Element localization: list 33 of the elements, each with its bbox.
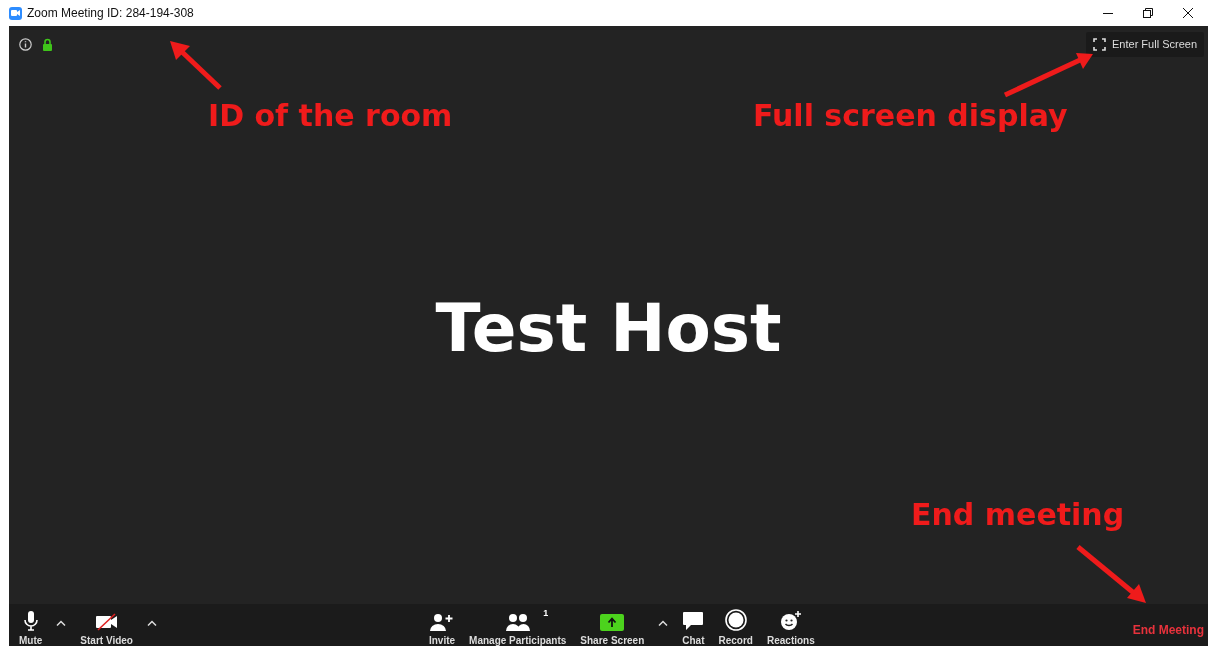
caret-icon bbox=[146, 620, 157, 626]
annotation-arrow bbox=[170, 41, 222, 90]
mute-button[interactable]: Mute bbox=[15, 604, 47, 646]
people-icon bbox=[505, 613, 530, 631]
annotation-label: End meeting bbox=[911, 497, 1125, 532]
enter-full-screen-button[interactable]: Enter Full Screen bbox=[1086, 31, 1204, 57]
start-video-button[interactable]: Start Video bbox=[76, 604, 137, 646]
info-icon[interactable] bbox=[19, 37, 32, 51]
caret-icon bbox=[56, 620, 67, 626]
smiley-plus-icon bbox=[779, 611, 802, 631]
video-camera-slashed-icon bbox=[94, 613, 119, 631]
annotation-label: ID of the room bbox=[208, 98, 453, 133]
microphone-icon bbox=[23, 611, 38, 631]
caret-icon bbox=[658, 620, 669, 626]
annotation-label: Full screen display bbox=[753, 98, 1068, 133]
participant-name: Test Host bbox=[435, 289, 782, 367]
padlock-icon[interactable] bbox=[42, 37, 53, 51]
record-icon bbox=[724, 609, 747, 631]
participant-count: 1 bbox=[543, 608, 549, 618]
record-button[interactable]: Record bbox=[714, 604, 757, 646]
invite-button[interactable]: Invite bbox=[424, 604, 460, 646]
window-title: Zoom Meeting ID: 284-194-308 bbox=[27, 6, 194, 20]
speech-bubble-icon bbox=[682, 611, 705, 631]
annotation-arrow bbox=[1076, 545, 1146, 603]
end-meeting-button[interactable]: End Meeting bbox=[1122, 604, 1208, 646]
chat-button[interactable]: Chat bbox=[678, 604, 709, 646]
participants-button[interactable]: 1 Manage Participants bbox=[465, 604, 571, 646]
share-screen-button[interactable]: Share Screen bbox=[576, 604, 649, 646]
expand-icon bbox=[1093, 37, 1106, 51]
person-plus-icon bbox=[430, 613, 454, 631]
share-screen-icon bbox=[600, 614, 625, 631]
app-logo-icon bbox=[9, 6, 22, 20]
reactions-button[interactable]: Reactions bbox=[762, 604, 819, 646]
